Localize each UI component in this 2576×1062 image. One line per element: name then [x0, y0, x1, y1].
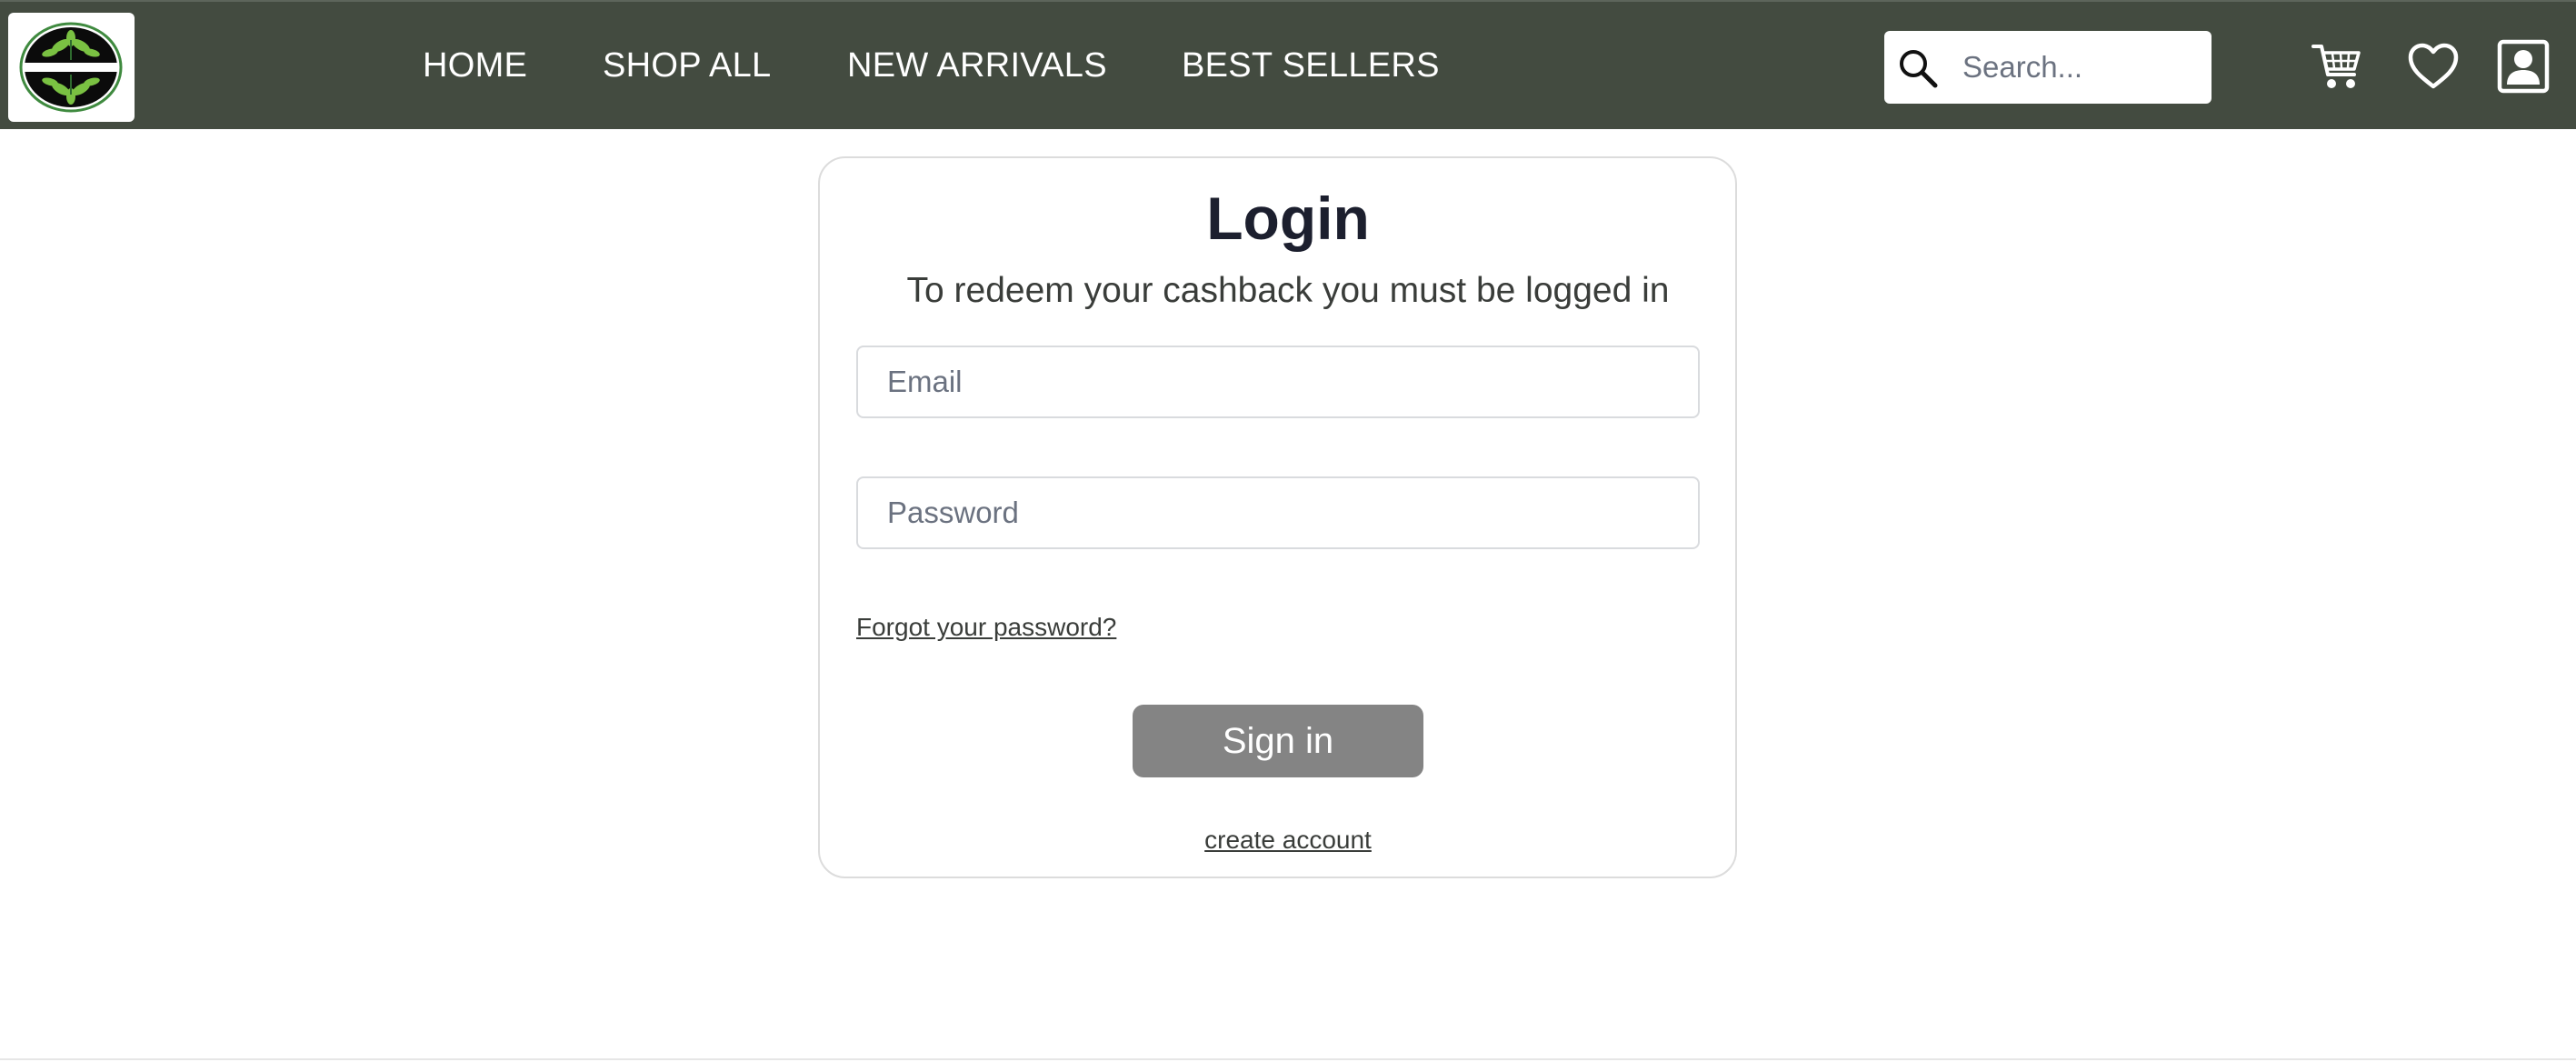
- logo[interactable]: [8, 13, 135, 122]
- footer-divider: [0, 1058, 2576, 1060]
- top-navbar: HOME SHOP ALL NEW ARRIVALS BEST SELLERS: [0, 0, 2576, 129]
- email-field[interactable]: [856, 346, 1700, 418]
- password-field[interactable]: [856, 476, 1700, 549]
- create-account-link[interactable]: create account: [1204, 826, 1372, 854]
- heart-icon[interactable]: [2407, 42, 2460, 91]
- nav-link-new-arrivals[interactable]: NEW ARRIVALS: [847, 45, 1107, 85]
- sign-in-button[interactable]: Sign in: [1133, 705, 1423, 777]
- forgot-password-link[interactable]: Forgot your password?: [856, 609, 1116, 646]
- nav-link-home[interactable]: HOME: [423, 45, 527, 85]
- login-subtitle: To redeem your cashback you must be logg…: [906, 271, 1670, 310]
- logo-icon: [19, 22, 123, 113]
- create-account-row: create account: [0, 822, 2576, 858]
- nav-link-best-sellers[interactable]: BEST SELLERS: [1182, 45, 1440, 85]
- search-icon[interactable]: [1897, 47, 1939, 89]
- login-title: Login: [1206, 185, 1370, 252]
- search-input[interactable]: [1962, 44, 2199, 91]
- cart-icon[interactable]: [2311, 42, 2362, 91]
- search-bar: [1884, 31, 2212, 104]
- account-icon[interactable]: [2497, 39, 2550, 94]
- nav-link-shop-all[interactable]: SHOP ALL: [603, 45, 771, 85]
